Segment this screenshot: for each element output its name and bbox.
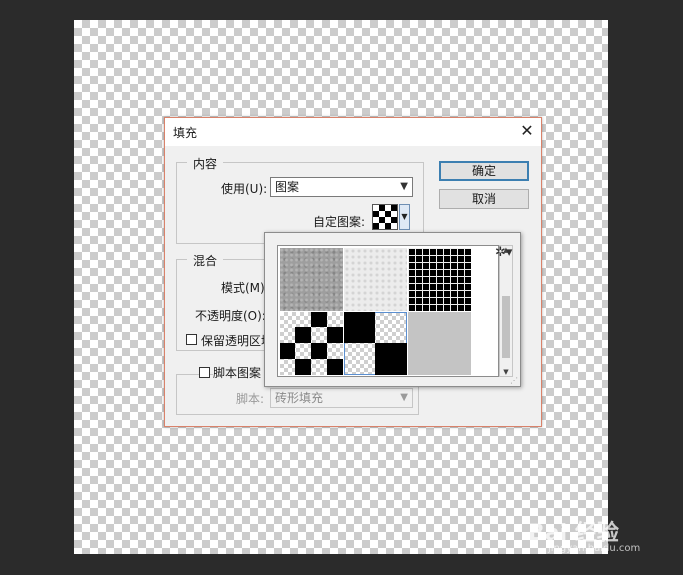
pattern-block	[327, 359, 343, 375]
ok-button[interactable]: 确定	[439, 161, 529, 181]
use-label: 使用(U):	[221, 182, 268, 196]
chevron-down-icon: ▼	[400, 181, 408, 192]
script-pattern-label: 脚本图案	[213, 364, 266, 381]
pattern-gray-noise[interactable]	[280, 248, 343, 311]
pattern-block	[295, 327, 311, 343]
pattern-solid-gray[interactable]	[408, 312, 471, 375]
picker-scrollbar[interactable]: ▲ ▼	[499, 245, 513, 377]
custom-pattern-swatch[interactable]	[372, 204, 398, 230]
pattern-block	[311, 312, 327, 327]
pattern-black-grid[interactable]	[408, 248, 471, 311]
script-label: 脚本:	[236, 392, 265, 406]
custom-pattern-label: 自定图案:	[313, 215, 366, 229]
pattern-block	[280, 343, 295, 359]
cancel-button[interactable]: 取消	[439, 189, 529, 209]
pattern-block	[311, 343, 327, 359]
opacity-label: 不透明度(O):	[195, 309, 266, 323]
watermark-url: jingyan.baidu.com	[548, 543, 641, 554]
pattern-block	[344, 312, 375, 343]
pattern-checker-black[interactable]	[344, 312, 407, 375]
preserve-transparency-label: 保留透明区域(P)	[201, 334, 265, 348]
dialog-title: 填充	[173, 126, 198, 140]
pattern-picker: ▲ ▼ ✲▾ ⋰	[264, 232, 521, 387]
mode-label: 模式(M):	[221, 281, 269, 295]
resize-grip-icon[interactable]: ⋰	[510, 376, 518, 385]
pattern-block	[327, 327, 343, 343]
script-select[interactable]: 砖形填充 ▼	[270, 388, 413, 408]
content-group-title: 内容	[187, 155, 224, 172]
scroll-down-icon[interactable]: ▼	[500, 368, 512, 376]
scrollbar-thumb[interactable]	[502, 296, 510, 358]
preserve-transparency-checkbox[interactable]	[186, 334, 197, 345]
chevron-down-icon: ▼	[400, 392, 408, 403]
gear-icon[interactable]: ✲▾	[495, 245, 512, 260]
pattern-block	[295, 359, 311, 375]
pattern-checker-large[interactable]	[280, 312, 343, 375]
script-pattern-checkbox[interactable]	[199, 367, 210, 378]
pattern-grid	[277, 245, 499, 377]
pattern-dropdown-arrow-icon[interactable]: ▼	[399, 204, 410, 230]
close-icon[interactable]: ✕	[513, 118, 541, 146]
dialog-titlebar: 填充 ✕	[165, 118, 541, 146]
pattern-white-texture[interactable]	[344, 248, 407, 311]
script-select-value: 砖形填充	[275, 391, 324, 405]
blend-group-title: 混合	[187, 252, 224, 269]
use-select-value: 图案	[275, 180, 300, 194]
use-select[interactable]: 图案 ▼	[270, 177, 413, 197]
pattern-block	[375, 343, 407, 375]
